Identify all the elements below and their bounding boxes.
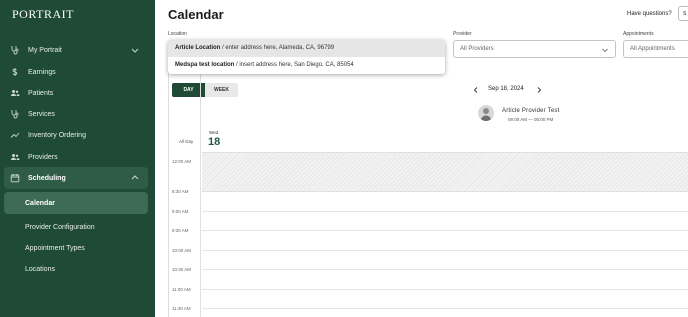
appointments-select-value: All Appointments — [630, 46, 675, 52]
location-option[interactable]: Article Location / enter address here, A… — [168, 40, 445, 57]
chevron-up-icon — [130, 173, 140, 183]
time-slot-line — [202, 269, 688, 270]
chevron-left-icon[interactable] — [473, 85, 479, 95]
week-view-button[interactable]: WEEK — [205, 83, 238, 97]
sidebar-item-label: Locations — [25, 265, 55, 273]
sidebar-item-label: Calendar — [25, 199, 55, 207]
sidebar-item-label: Earnings — [28, 68, 56, 76]
day-number: 18 — [208, 136, 221, 148]
sidebar-item-services[interactable]: Services — [4, 103, 148, 125]
chevron-down-icon — [130, 45, 140, 55]
time-label: 9:00 AM — [172, 209, 189, 214]
provider-avatar — [478, 105, 494, 121]
appointments-label: Appointments — [623, 31, 654, 37]
location-label: Location — [168, 31, 187, 37]
time-label: 11:00 AM — [172, 287, 191, 292]
main-content: Calendar Have questions? S Location Prov… — [155, 0, 688, 317]
calendar-view: DAY WEEK Sep 18, 2024 Article Provider T… — [168, 66, 688, 317]
provider-label: Provider — [453, 31, 472, 37]
sidebar-item-scheduling[interactable]: Scheduling — [4, 167, 148, 189]
day-of-week: Wed — [209, 130, 219, 135]
stethoscope-icon — [10, 45, 20, 55]
location-dropdown: Article Location / enter address here, A… — [168, 40, 445, 74]
time-slot-line — [202, 289, 688, 290]
current-date: Sep 18, 2024 — [488, 86, 524, 92]
help-link[interactable]: Have questions? — [627, 11, 672, 17]
sidebar-item-providers[interactable]: Providers — [4, 146, 148, 168]
time-slot-line — [202, 250, 688, 251]
sidebar-item-label: My Portrait — [28, 46, 62, 54]
users-icon — [10, 88, 20, 98]
sidebar-item-calendar[interactable]: Calendar — [4, 192, 148, 214]
trend-icon — [10, 130, 20, 140]
unavailable-block — [202, 152, 688, 192]
sidebar-item-provider-configuration[interactable]: Provider Configuration — [4, 216, 148, 238]
provider-select[interactable]: All Providers — [453, 40, 616, 58]
appointments-select[interactable]: All Appointments — [623, 40, 688, 58]
portrait-logo: PORTRAIT — [12, 7, 74, 21]
date-navigator: Sep 18, 2024 — [473, 85, 543, 95]
chevron-right-icon[interactable] — [536, 85, 542, 95]
provider-select-value: All Providers — [460, 46, 494, 52]
time-label: 10:30 AM — [172, 267, 192, 272]
sidebar-item-earnings[interactable]: Earnings — [4, 61, 148, 83]
sidebar-item-my-portrait[interactable]: My Portrait — [4, 39, 148, 61]
sidebar-item-label: Appointment Types — [25, 244, 85, 252]
sidebar-item-patients[interactable]: Patients — [4, 82, 148, 104]
time-slot-line — [202, 211, 688, 212]
time-slot-line — [202, 308, 688, 309]
time-label: 10:00 AM — [172, 248, 192, 253]
sidebar-item-label: Providers — [28, 153, 58, 161]
calendar-icon — [10, 173, 20, 183]
time-label: 9:30 AM — [172, 228, 189, 233]
chevron-down-icon — [601, 46, 609, 54]
sidebar: PORTRAIT My Portrait Earnings Patients S… — [0, 0, 155, 317]
app: PORTRAIT My Portrait Earnings Patients S… — [0, 0, 688, 317]
dollar-icon — [10, 67, 20, 77]
sidebar-item-label: Patients — [28, 89, 54, 97]
sidebar-item-label: Scheduling — [28, 174, 66, 182]
location-option[interactable]: Medspa test location / insert address he… — [168, 57, 445, 74]
time-slot-line — [202, 230, 688, 231]
sidebar-item-label: Services — [28, 110, 55, 118]
header-action-button[interactable]: S — [678, 6, 688, 21]
users-icon — [10, 152, 20, 162]
sidebar-item-inventory-ordering[interactable]: Inventory Ordering — [4, 124, 148, 146]
sidebar-item-label: Inventory Ordering — [28, 131, 86, 139]
time-label: 12:00 AM — [172, 159, 192, 164]
sidebar-item-appointment-types[interactable]: Appointment Types — [4, 237, 148, 259]
stethoscope-icon — [10, 109, 20, 119]
sidebar-item-label: Provider Configuration — [25, 223, 95, 231]
page-title: Calendar — [168, 7, 224, 22]
provider-name: Article Provider Test — [502, 108, 560, 114]
time-label: 8:30 AM — [172, 189, 189, 194]
time-label: 11:30 AM — [172, 306, 191, 311]
sidebar-item-locations[interactable]: Locations — [4, 258, 148, 280]
provider-hours: 09:00 AM — 05:00 PM — [508, 117, 554, 122]
all-day-label: All Day — [179, 139, 194, 144]
